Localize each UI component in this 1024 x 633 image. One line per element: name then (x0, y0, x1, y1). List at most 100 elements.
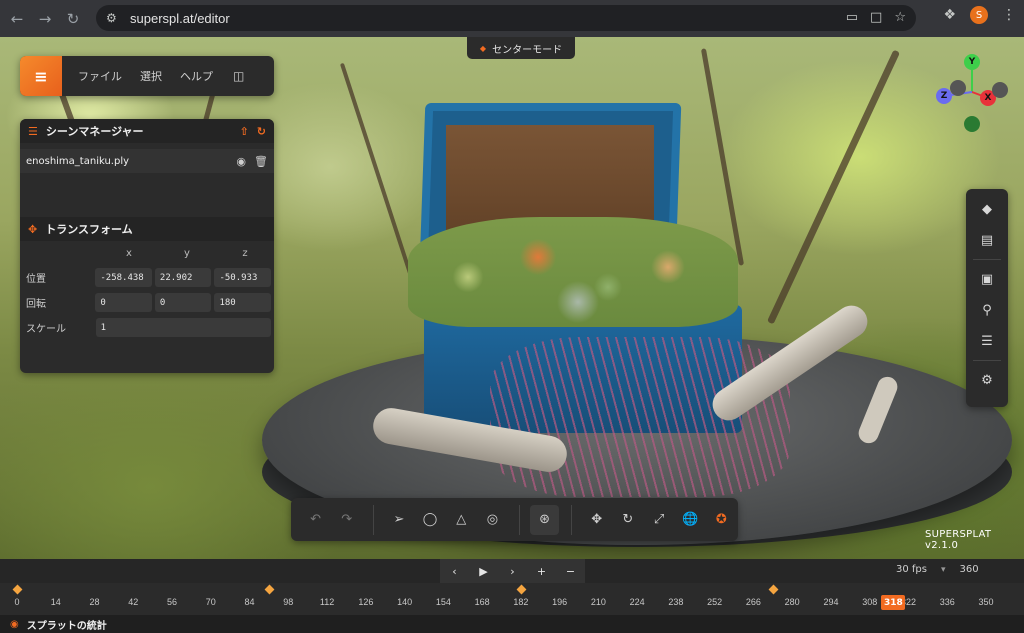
center-mode-diamond-icon[interactable]: ◆ (972, 195, 1002, 223)
timeline-tick: 182 (513, 597, 529, 607)
expand-circle-icon[interactable]: ◉ (10, 619, 19, 630)
import-icon[interactable]: ⇧ (240, 125, 249, 138)
timeline-tick: 168 (474, 597, 490, 607)
axes-icon[interactable]: ⚲ (972, 296, 1002, 324)
keyframe-marker[interactable] (516, 584, 527, 595)
timeline-tick: 56 (167, 597, 178, 607)
gizmo-neg-x-ball[interactable] (992, 82, 1008, 98)
splat-stats-label: スプラットの統計 (26, 620, 107, 632)
add-keyframe-icon[interactable]: + (527, 559, 556, 583)
divider (973, 259, 1001, 260)
keyframe-marker[interactable] (264, 584, 275, 595)
rotation-y-input[interactable]: 0 (154, 293, 212, 312)
current-frame-cursor[interactable]: 318 (881, 595, 906, 610)
install-app-icon[interactable]: ▭ (846, 10, 858, 25)
lasso-select-icon[interactable]: ◯ (415, 505, 444, 535)
focus-frame-icon[interactable]: ▤ (972, 226, 1002, 254)
splat-stats-bar[interactable]: ◉ スプラットの統計 (0, 615, 1024, 633)
timeline-tick: 154 (435, 597, 451, 607)
timeline-track[interactable]: 0 14 28 42 56 70 84 98 112 126 140 154 168 182 196 210 2… (0, 583, 1024, 615)
menu-select[interactable]: 選択 (140, 68, 162, 84)
next-frame-icon[interactable]: › (498, 559, 527, 583)
position-row: 位置 -258.438 22.902 -50.933 (20, 265, 274, 290)
scene-manager-title: シーンマネージャー (45, 125, 144, 138)
timeline-tick: 0 (14, 597, 20, 607)
position-z-input[interactable]: -50.933 (214, 268, 271, 287)
position-x-input[interactable]: -258.438 (95, 268, 152, 287)
timeline-tick: 210 (590, 597, 606, 607)
more-menu-icon[interactable]: ⋮ (1002, 7, 1016, 23)
toggle-panel-icon[interactable]: ◫ (233, 69, 244, 83)
prev-frame-icon[interactable]: ‹ (440, 559, 469, 583)
gizmo-neg-y-ball[interactable] (964, 116, 980, 132)
site-settings-icon[interactable]: ⚙ (106, 11, 120, 25)
menu-file[interactable]: ファイル (78, 68, 122, 84)
profile-avatar[interactable]: S (970, 6, 988, 24)
timeline-tick: 84 (244, 597, 255, 607)
page-icon[interactable]: □ (870, 10, 882, 25)
bookmark-star-icon[interactable]: ☆ (894, 10, 906, 25)
sphere-select-icon[interactable]: ◎ (478, 505, 507, 535)
frame-count-input[interactable]: 360 (960, 564, 979, 575)
timeline-tick: 350 (978, 597, 994, 607)
address-bar[interactable]: ⚙ superspl.at/editor ▭ □ ☆ (96, 5, 916, 31)
visibility-eye-icon[interactable]: ◉ (236, 155, 246, 168)
position-y-input[interactable]: 22.902 (154, 268, 212, 287)
sliders-icon[interactable]: ☰ (972, 327, 1002, 355)
playback-controls: ‹ ▶ › + − (440, 559, 585, 583)
keyframe-marker[interactable] (768, 584, 779, 595)
timeline-tick: 70 (205, 597, 216, 607)
pivot-icon[interactable]: ✪ (707, 505, 736, 535)
axis-gizmo[interactable]: Y X Z (932, 50, 1012, 134)
polygon-select-icon[interactable]: △ (447, 505, 476, 535)
scale-label: スケール (26, 324, 66, 335)
rotation-x-input[interactable]: 0 (95, 293, 152, 312)
bounding-box-icon[interactable]: ▣ (972, 265, 1002, 293)
undo-icon[interactable]: ↶ (301, 505, 330, 535)
timeline-tick: 294 (823, 597, 839, 607)
translate-icon[interactable]: ✥ (582, 505, 611, 535)
scene-list-empty-area (20, 173, 274, 213)
scene-item-name: enoshima_taniku.ply (26, 155, 130, 167)
fps-select[interactable]: 30 fps (896, 564, 927, 575)
rotation-z-input[interactable]: 180 (214, 293, 271, 312)
rotation-label: 回転 (26, 299, 46, 310)
transform-title: トランスフォーム (45, 223, 133, 236)
move-icon: ✥ (28, 222, 38, 236)
scene-manager-panel: ☰ シーンマネージャー ⇧ ↻ enoshima_taniku.ply ◉ 🗑 … (20, 119, 274, 373)
refresh-icon[interactable]: ↻ (257, 125, 266, 138)
delete-trash-icon[interactable]: 🗑 (254, 155, 268, 168)
list-icon: ☰ (28, 124, 38, 138)
keyframe-marker[interactable] (12, 584, 23, 595)
timeline-tick: 42 (128, 597, 139, 607)
transform-header: ✥ トランスフォーム (20, 217, 274, 241)
timeline-tick: 252 (707, 597, 723, 607)
back-icon[interactable]: ← (6, 8, 28, 30)
url-text[interactable]: superspl.at/editor (130, 11, 230, 26)
axis-x-label: x (126, 247, 132, 259)
fps-settings: 30 fps ▾ 360 (896, 564, 979, 575)
supersplat-logo-icon[interactable]: ≡ (20, 56, 62, 96)
world-space-icon[interactable]: 🌐 (676, 505, 705, 535)
settings-gear-icon[interactable]: ⚙ (972, 366, 1002, 394)
reload-icon[interactable]: ↻ (62, 8, 84, 30)
chevron-down-icon[interactable]: ▾ (941, 565, 946, 575)
timeline-tick: 224 (629, 597, 645, 607)
rotate-icon[interactable]: ↻ (613, 505, 642, 535)
gizmo-y-ball[interactable]: Y (964, 54, 980, 70)
remove-keyframe-icon[interactable]: − (556, 559, 585, 583)
extensions-icon[interactable]: ❖ (943, 7, 956, 23)
play-icon[interactable]: ▶ (469, 559, 498, 583)
redo-icon[interactable]: ↷ (332, 505, 361, 535)
center-mode-indicator[interactable]: ◆ センターモード (467, 37, 575, 59)
scene-item[interactable]: enoshima_taniku.ply ◉ 🗑 (20, 149, 274, 173)
scale-icon[interactable]: ⤢ (644, 505, 673, 535)
succulent-plants (408, 217, 738, 327)
menu-help[interactable]: ヘルプ (180, 68, 213, 84)
timeline-tick: 28 (89, 597, 100, 607)
scale-input[interactable]: 1 (95, 318, 271, 337)
gizmo-neg-z-ball[interactable] (950, 80, 966, 96)
select-cursor-icon[interactable]: ➢ (384, 505, 413, 535)
measure-icon[interactable]: ⊛ (529, 504, 560, 535)
forward-icon[interactable]: → (34, 8, 56, 30)
